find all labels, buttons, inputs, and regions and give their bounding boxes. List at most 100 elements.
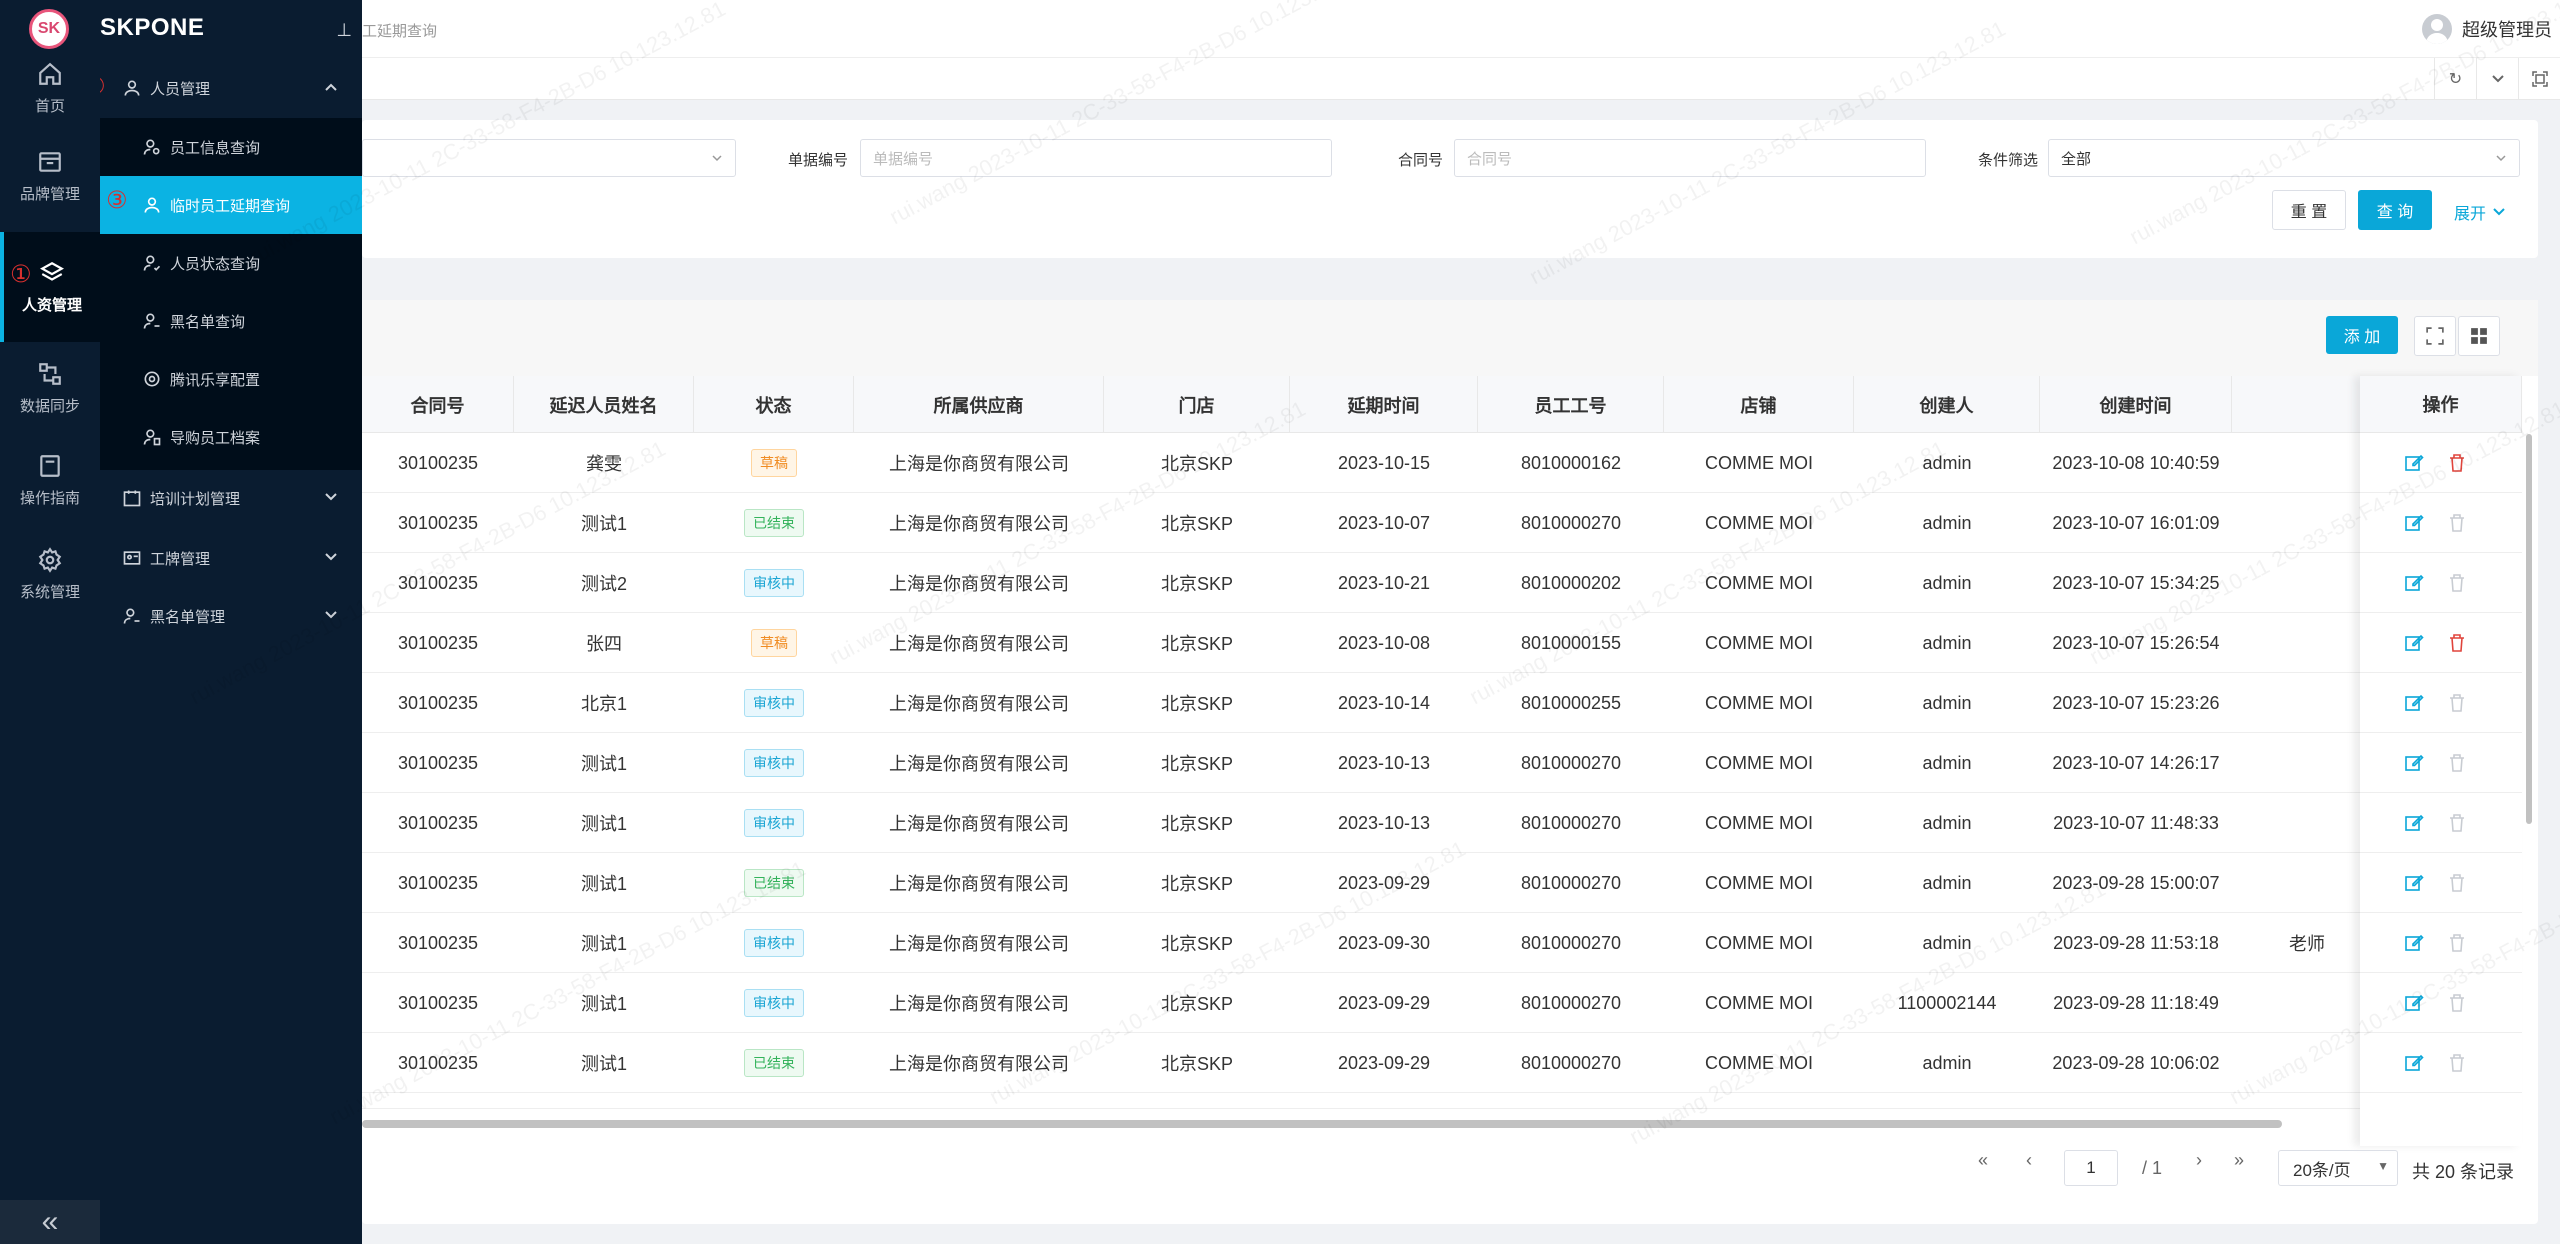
doc-no-input[interactable]: 单据编号: [860, 139, 1332, 177]
menu-group-badge[interactable]: 工牌管理: [100, 530, 362, 586]
delete-icon[interactable]: [2448, 453, 2466, 473]
column-header[interactable]: 员工工号: [1478, 376, 1664, 433]
table-row[interactable]: 30100235 龚雯 草稿 上海是你商贸有限公司 北京SKP 2023-10-15 801…: [362, 433, 2522, 493]
delete-icon[interactable]: [2448, 993, 2466, 1013]
delete-icon[interactable]: [2448, 933, 2466, 953]
submenu-item-status-query[interactable]: 人员状态查询: [100, 234, 362, 292]
edit-icon[interactable]: [2404, 513, 2424, 533]
delete-icon[interactable]: [2448, 693, 2466, 713]
last-page-button[interactable]: »: [2234, 1150, 2244, 1171]
menu-group-personnel[interactable]: ② 人员管理: [84, 60, 362, 116]
cell-contract: 30100235: [397, 632, 479, 653]
table-row[interactable]: 30100235 测试2 审核中 上海是你商贸有限公司 北京SKP 2023-10-21 8…: [362, 553, 2522, 613]
op-cell: [2360, 733, 2522, 793]
rail-item-system[interactable]: 系统管理: [0, 530, 100, 618]
edit-icon[interactable]: [2404, 873, 2424, 893]
refresh-button[interactable]: ↻: [2434, 58, 2476, 100]
table-row[interactable]: 30100235 测试1 已结束 上海是你商贸有限公司 北京SKP 2023-09-29 8…: [362, 853, 2522, 913]
edit-icon[interactable]: [2404, 933, 2424, 953]
delete-icon[interactable]: [2448, 513, 2466, 533]
tabs-dropdown-button[interactable]: [2476, 58, 2518, 100]
edit-icon[interactable]: [2404, 573, 2424, 593]
delete-icon[interactable]: [2448, 633, 2466, 653]
first-page-button[interactable]: «: [1978, 1150, 1988, 1171]
horizontal-scrollbar[interactable]: [362, 1120, 2282, 1128]
column-header[interactable]: 延期时间: [1290, 376, 1478, 433]
column-settings-button[interactable]: [2458, 316, 2500, 356]
breadcrumb[interactable]: 工延期查询: [362, 20, 437, 41]
cell-creator: admin: [1922, 812, 1972, 833]
table-row[interactable]: 30100235 测试1 审核中 上海是你商贸有限公司 北京SKP 2023-09-29 8…: [362, 973, 2522, 1033]
top-bar: 工延期查询 超级管理员: [362, 0, 2560, 58]
edit-icon[interactable]: [2404, 993, 2424, 1013]
prev-page-button[interactable]: ‹: [2026, 1150, 2032, 1171]
rail-item-hr[interactable]: ① 人资管理: [0, 232, 100, 342]
table-row[interactable]: 30100235 测试1 审核中 上海是你商贸有限公司 北京SKP 2023-10-13 8…: [362, 733, 2522, 793]
rail-item-home[interactable]: 首页: [0, 44, 100, 132]
collapse-sidebar-button[interactable]: «: [0, 1200, 100, 1244]
edit-icon[interactable]: [2404, 633, 2424, 653]
submenu-item-employee-info[interactable]: 员工信息查询: [100, 118, 362, 176]
rail-item-brand[interactable]: 品牌管理: [0, 132, 100, 220]
cell-emp-no: 8010000270: [1520, 992, 1622, 1013]
edit-icon[interactable]: [2404, 453, 2424, 473]
op-cell: [2360, 433, 2522, 493]
cell-emp-no: 8010000162: [1520, 452, 1622, 473]
user-menu[interactable]: 超级管理员: [2422, 14, 2552, 44]
contract-input[interactable]: 合同号: [1454, 139, 1926, 177]
table-row[interactable]: 30100235 测试1 已结束 上海是你商贸有限公司 北京SKP 2023-09-29 8…: [362, 1033, 2522, 1093]
table-row[interactable]: 30100235 测试1 审核中 上海是你商贸有限公司 北京SKP 2023-10-13 8…: [362, 793, 2522, 853]
table-row[interactable]: 30100235 测试1 已结束 上海是你商贸有限公司 北京SKP 2023-10-07 8…: [362, 493, 2522, 553]
delete-icon[interactable]: [2448, 573, 2466, 593]
cell-created: 2023-10-07 15:34:25: [2052, 572, 2220, 593]
reset-button[interactable]: 重 置: [2272, 190, 2346, 230]
column-header[interactable]: 门店: [1104, 376, 1290, 433]
rail-item-sync[interactable]: 数据同步: [0, 344, 100, 432]
submenu-item-guide-archive[interactable]: 导购员工档案: [100, 408, 362, 466]
table-row[interactable]: 30100235 测试1 审核中 上海是你商贸有限公司 北京SKP 2023-09-30 8…: [362, 913, 2522, 973]
submenu-item-tencent-config[interactable]: 腾讯乐享配置: [100, 350, 362, 408]
delete-icon[interactable]: [2448, 873, 2466, 893]
cell-creator: 1100002144: [1897, 992, 1997, 1013]
next-page-button[interactable]: ›: [2196, 1150, 2202, 1171]
status-badge: 审核中: [744, 569, 804, 597]
menu-group-training[interactable]: 培训计划管理: [100, 470, 362, 526]
column-header[interactable]: 状态: [694, 376, 854, 433]
edit-icon[interactable]: [2404, 753, 2424, 773]
filter-select[interactable]: 全部: [2048, 139, 2520, 177]
add-button[interactable]: 添 加: [2326, 316, 2398, 354]
app-logo[interactable]: SK: [29, 9, 69, 49]
submenu-item-blacklist-query[interactable]: 黑名单查询: [100, 292, 362, 350]
column-header[interactable]: 延迟人员姓名: [514, 376, 694, 433]
edit-icon[interactable]: [2404, 1053, 2424, 1073]
fullscreen-table-button[interactable]: [2414, 316, 2456, 356]
cell-extra: [2262, 673, 2352, 733]
column-header[interactable]: 合同号: [362, 376, 514, 433]
column-header[interactable]: 创建人: [1854, 376, 2040, 433]
fullscreen-button[interactable]: [2518, 58, 2560, 100]
delete-icon[interactable]: [2448, 1053, 2466, 1073]
cell-extra: [2262, 1033, 2352, 1093]
column-header[interactable]: 所属供应商: [854, 376, 1104, 433]
cell-contract: 30100235: [397, 872, 479, 893]
delete-icon[interactable]: [2448, 753, 2466, 773]
page-input[interactable]: 1: [2064, 1150, 2118, 1186]
vertical-scrollbar[interactable]: [2526, 434, 2532, 824]
edit-icon[interactable]: [2404, 813, 2424, 833]
column-header[interactable]: 店铺: [1664, 376, 1854, 433]
query-button[interactable]: 查 询: [2358, 190, 2432, 230]
delete-icon[interactable]: [2448, 813, 2466, 833]
table-row[interactable]: 30100235 张四 草稿 上海是你商贸有限公司 北京SKP 2023-10-08 801…: [362, 613, 2522, 673]
expand-toggle[interactable]: 展开: [2454, 200, 2506, 224]
pin-icon[interactable]: ⊥: [336, 20, 352, 41]
table-row[interactable]: 30100235 北京1 审核中 上海是你商贸有限公司 北京SKP 2023-10-14 8…: [362, 673, 2522, 733]
edit-icon[interactable]: [2404, 693, 2424, 713]
cell-contract: 30100235: [397, 692, 479, 713]
column-header[interactable]: 创建时间: [2040, 376, 2232, 433]
rail-item-guide[interactable]: 操作指南: [0, 436, 100, 524]
menu-group-blacklist[interactable]: 黑名单管理: [100, 588, 362, 644]
page-size-select[interactable]: 20条/页 ▼: [2278, 1150, 2398, 1186]
filter-value: 全部: [2061, 150, 2092, 168]
store-select[interactable]: [362, 139, 736, 177]
submenu-item-temp-extension[interactable]: ③ 临时员工延期查询: [100, 176, 362, 234]
